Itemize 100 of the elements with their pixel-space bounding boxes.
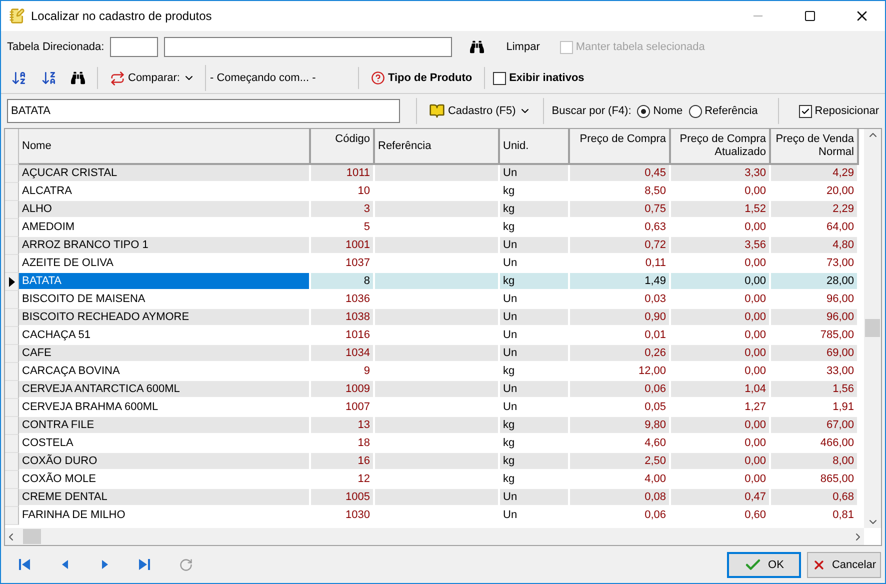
clear-button[interactable]: Limpar xyxy=(502,39,544,55)
cancel-button[interactable]: Cancelar xyxy=(807,552,881,578)
table-cell: Un xyxy=(500,489,570,507)
table-cell: CONTRA FILE xyxy=(19,417,311,435)
sort-descending-icon xyxy=(41,70,57,86)
table-cell: 1,49 xyxy=(570,273,671,291)
table-cell: Un xyxy=(500,345,570,363)
table-cell: 1,52 xyxy=(671,201,771,219)
table-cell: kg xyxy=(500,453,570,471)
column-header[interactable]: Código xyxy=(311,129,375,165)
table-cell: 0,26 xyxy=(570,345,671,363)
table-cell: 67,00 xyxy=(771,417,859,435)
table-cell: AÇUCAR CRISTAL xyxy=(19,165,311,183)
table-cell: Un xyxy=(500,309,570,327)
table-cell: 0,00 xyxy=(671,273,771,291)
refresh-icon xyxy=(179,558,193,572)
table-cell: 0,47 xyxy=(671,489,771,507)
table-cell: 0,90 xyxy=(570,309,671,327)
last-icon xyxy=(139,559,151,570)
table-code-field[interactable] xyxy=(110,37,158,57)
table-cell: 16 xyxy=(311,453,375,471)
scrollbar-thumb[interactable] xyxy=(23,529,41,544)
table-cell: 1038 xyxy=(311,309,375,327)
table-cell: 9,80 xyxy=(570,417,671,435)
table-cell: 8 xyxy=(311,273,375,291)
column-header[interactable]: Preço de Compra xyxy=(570,129,671,165)
notepad-icon xyxy=(9,8,25,24)
table-cell: 0,75 xyxy=(570,201,671,219)
table-cell: CERVEJA ANTARCTICA 600ML xyxy=(19,381,311,399)
table-cell: 4,80 xyxy=(771,237,859,255)
table-cell: 0,00 xyxy=(671,345,771,363)
search-field[interactable]: BATATA xyxy=(7,99,400,123)
table-cell: 2,50 xyxy=(570,453,671,471)
book-icon xyxy=(428,103,445,119)
row-header[interactable] xyxy=(5,273,19,291)
table-cell: 0,00 xyxy=(671,453,771,471)
table-cell: 28,00 xyxy=(771,273,859,291)
refresh-button[interactable] xyxy=(179,558,193,572)
table-cell: kg xyxy=(500,201,570,219)
table-cell: 0,00 xyxy=(671,417,771,435)
table-cell: 2,29 xyxy=(771,201,859,219)
table-cell: 1001 xyxy=(311,237,375,255)
compare-mode-field[interactable]: - Começando com... - xyxy=(204,65,350,91)
radio-button[interactable] xyxy=(688,104,702,118)
question-icon xyxy=(370,71,385,85)
check-icon xyxy=(800,106,810,116)
row-pointer-icon xyxy=(8,276,14,286)
product-type-button[interactable]: Tipo de Produto xyxy=(366,69,476,87)
sort-ascending-icon xyxy=(11,70,27,86)
binoculars-icon xyxy=(470,40,484,54)
window-title: Localizar no cadastro de produtos xyxy=(31,9,213,23)
table-cell: 0,45 xyxy=(570,165,671,183)
column-header[interactable]: Preço de Venda Normal xyxy=(771,129,859,165)
checkbox-label: Exibir inativos xyxy=(509,72,584,84)
radio-button[interactable] xyxy=(637,104,650,118)
table-cell: 0,00 xyxy=(671,309,771,327)
checkbox-label: Reposicionar xyxy=(814,105,879,117)
table-cell: 1034 xyxy=(311,345,375,363)
table-cell: 4,29 xyxy=(771,165,859,183)
table-cell: BATATA xyxy=(19,273,311,291)
table-cell: kg xyxy=(500,417,570,435)
table-cell: CREME DENTAL xyxy=(19,489,311,507)
table-cell: kg xyxy=(500,273,570,291)
field-label: Tabela Direcionada: xyxy=(7,41,104,53)
table-cell: 3,30 xyxy=(671,165,771,183)
table-cell: ARROZ BRANCO TIPO 1 xyxy=(19,237,311,255)
table-cell: 3 xyxy=(311,201,375,219)
table-cell: 1005 xyxy=(311,489,375,507)
search-by-label: Buscar por (F4): xyxy=(552,105,632,117)
table-cell: COXÃO DURO xyxy=(19,453,311,471)
table-cell: 1,04 xyxy=(671,381,771,399)
ok-button[interactable]: OK xyxy=(727,552,801,578)
table-cell: 3,56 xyxy=(671,237,771,255)
column-header[interactable]: Nome xyxy=(19,129,311,165)
column-header[interactable]: Referência xyxy=(375,129,500,165)
table-cell: BISCOITO RECHEADO AYMORE xyxy=(19,309,311,327)
table-cell: Un xyxy=(500,381,570,399)
table-cell: 0,72 xyxy=(570,237,671,255)
table-cell: 1009 xyxy=(311,381,375,399)
first-record-button[interactable] xyxy=(19,559,31,570)
table-cell: 0,06 xyxy=(570,381,671,399)
table-cell: 13 xyxy=(311,417,375,435)
table-name-field[interactable] xyxy=(164,37,452,57)
column-header[interactable]: Preço de Compra Atualizado xyxy=(671,129,771,165)
column-header[interactable]: Unid. xyxy=(500,129,570,165)
table-cell: Un xyxy=(500,237,570,255)
binoculars-icon xyxy=(71,71,85,85)
table-cell: 1011 xyxy=(311,165,375,183)
table-cell: 69,00 xyxy=(771,345,859,363)
compare-icon xyxy=(110,70,125,86)
table-cell: 1,56 xyxy=(771,381,859,399)
table-cell: ALHO xyxy=(19,201,311,219)
last-record-button[interactable] xyxy=(139,559,151,570)
checkbox-label: Manter tabela selecionada xyxy=(576,41,705,53)
table-cell: 0,08 xyxy=(570,489,671,507)
scrollbar-thumb[interactable] xyxy=(865,319,880,337)
header-corner xyxy=(5,129,19,165)
reposition-checkbox[interactable] xyxy=(798,104,812,118)
compare-button[interactable]: Comparar: xyxy=(106,68,199,88)
register-button[interactable]: Cadastro (F5) xyxy=(424,101,535,121)
